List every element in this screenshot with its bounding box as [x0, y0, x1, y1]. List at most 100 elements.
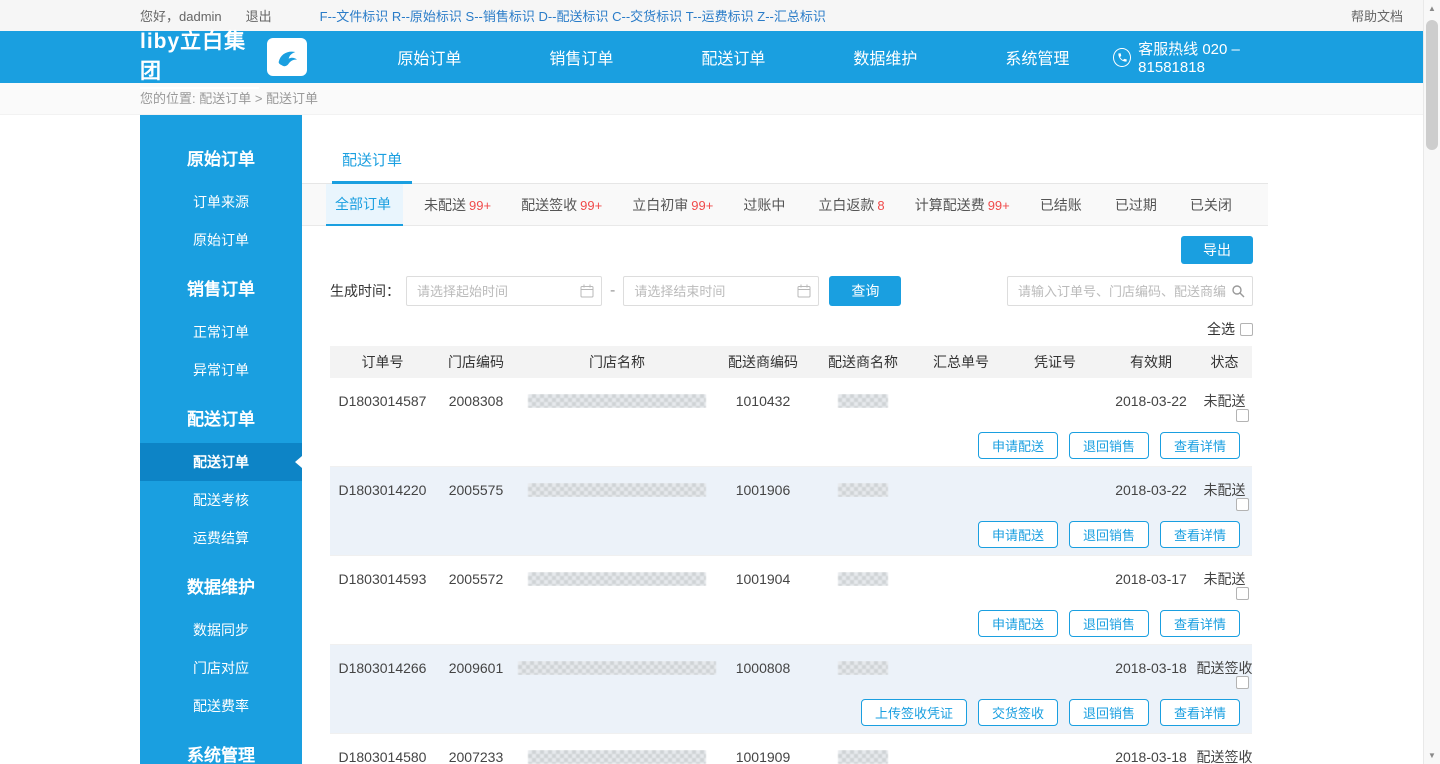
th-supplier-name: 配送商名称 [828, 354, 898, 370]
subtab-calc-delivery-fee[interactable]: 计算配送费 99+ [906, 184, 1019, 226]
valid-date: 2018-03-18 [1115, 749, 1187, 764]
view-details-button[interactable]: 查看详情 [1159, 609, 1240, 637]
order-no: D1803014580 [338, 749, 427, 764]
redacted-store-name [528, 572, 706, 586]
subtab-libai-first-review[interactable]: 立白初审 99+ [623, 184, 722, 226]
query-button[interactable]: 查询 [829, 276, 902, 306]
breadcrumb: 您的位置: 配送订单 > 配送订单 [0, 83, 1440, 115]
table-row: D1803014580 2007233 1001909 2018-03-18 配… [330, 734, 1252, 764]
row-checkbox[interactable] [1236, 676, 1249, 689]
logout-link[interactable]: 退出 [246, 6, 272, 25]
sidebar-item-delivery-assessment[interactable]: 配送考核 [140, 481, 302, 519]
nav-system-management[interactable]: 系统管理 [961, 45, 1113, 69]
subtab-label: 已过期 [1114, 197, 1157, 213]
sidebar-section-data-maintenance[interactable]: 数据维护 [140, 565, 302, 611]
sidebar: 原始订单 订单来源 原始订单 销售订单 正常订单 异常订单 配送订单 配送订单 … [140, 115, 302, 764]
valid-date: 2018-03-22 [1115, 393, 1187, 409]
supplier-code: 1001906 [735, 482, 791, 498]
redacted-store-name [528, 394, 706, 408]
export-button[interactable]: 导出 [1181, 236, 1253, 264]
tab-delivery-orders[interactable]: 配送订单 [332, 141, 413, 184]
status-badge: 配送签收 [1197, 749, 1252, 764]
breadcrumb-text: 您的位置: 配送订单 > 配送订单 [140, 91, 319, 106]
subtab-settled[interactable]: 已结账 [1031, 184, 1094, 226]
status-badge: 未配送 [1203, 571, 1246, 587]
sidebar-item-original-order[interactable]: 原始订单 [140, 221, 302, 259]
sidebar-item-normal-order[interactable]: 正常订单 [140, 313, 302, 351]
apply-delivery-button[interactable]: 申请配送 [977, 431, 1058, 459]
start-date-input[interactable] [406, 276, 602, 306]
subtab-all-orders[interactable]: 全部订单 [326, 184, 403, 226]
view-details-button[interactable]: 查看详情 [1159, 431, 1240, 459]
status-badge: 配送签收 [1197, 660, 1252, 676]
apply-delivery-button[interactable]: 申请配送 [977, 609, 1058, 637]
order-no: D1803014593 [338, 571, 427, 587]
sidebar-item-delivery-rate[interactable]: 配送费率 [140, 687, 302, 725]
subtab-badge: 99+ [580, 197, 603, 213]
scrollbar-thumb[interactable] [1426, 20, 1438, 150]
th-supplier-code: 配送商编码 [728, 354, 798, 370]
prefix-legend: F--文件标识 R--原始标识 S--销售标识 D--配送标识 C--交货标识 … [319, 9, 826, 24]
subtab-label: 过账中 [743, 197, 786, 213]
logo[interactable]: liby立白集团 [140, 25, 308, 89]
subtab-badge: 99+ [691, 197, 714, 213]
sidebar-section-sales-orders[interactable]: 销售订单 [140, 267, 302, 313]
return-sales-button[interactable]: 退回销售 [1068, 698, 1149, 726]
sidebar-item-freight-settlement[interactable]: 运费结算 [140, 519, 302, 557]
sidebar-item-order-source[interactable]: 订单来源 [140, 183, 302, 221]
sidebar-section-delivery-orders[interactable]: 配送订单 [140, 397, 302, 443]
order-no: D1803014587 [338, 393, 427, 409]
subtab-libai-refund[interactable]: 立白返款 8 [809, 184, 893, 226]
nav-data-maintenance[interactable]: 数据维护 [809, 45, 961, 69]
subtab-expired[interactable]: 已过期 [1106, 184, 1169, 226]
row-checkbox[interactable] [1236, 498, 1249, 511]
th-voucher-no: 凭证号 [1034, 354, 1076, 370]
phone-icon [1113, 47, 1132, 67]
view-details-button[interactable]: 查看详情 [1159, 520, 1240, 548]
end-date-input[interactable] [623, 276, 820, 306]
scroll-up-icon[interactable]: ▲ [1424, 0, 1440, 17]
row-checkbox[interactable] [1236, 587, 1249, 600]
help-doc-link[interactable]: 帮助文档 [1351, 6, 1403, 25]
apply-delivery-button[interactable]: 申请配送 [977, 520, 1058, 548]
order-no: D1803014220 [338, 482, 427, 498]
logo-text: liby立白集团 [140, 25, 259, 89]
subtab-label: 立白返款 [818, 197, 875, 213]
nav-original-orders[interactable]: 原始订单 [353, 45, 505, 69]
redacted-supplier-name [838, 394, 888, 408]
return-sales-button[interactable]: 退回销售 [1068, 520, 1149, 548]
sidebar-item-delivery-order[interactable]: 配送订单 [140, 443, 302, 481]
subtab-closed[interactable]: 已关闭 [1181, 184, 1244, 226]
page: 您好，dadmin 退出 F--文件标识 R--原始标识 S--销售标识 D--… [0, 0, 1440, 764]
scroll-down-icon[interactable]: ▼ [1424, 747, 1440, 764]
sidebar-item-store-mapping[interactable]: 门店对应 [140, 649, 302, 687]
nav-delivery-orders[interactable]: 配送订单 [657, 45, 809, 69]
nav-sales-orders[interactable]: 销售订单 [505, 45, 657, 69]
sidebar-section-system-management[interactable]: 系统管理 [140, 733, 302, 764]
order-no: D1803014266 [338, 660, 427, 676]
sidebar-item-data-sync[interactable]: 数据同步 [140, 611, 302, 649]
subtab-delivery-signed[interactable]: 配送签收 99+ [512, 184, 611, 226]
subtab-label: 未配送 [424, 197, 467, 213]
search-input[interactable] [1007, 276, 1253, 306]
row-checkbox[interactable] [1236, 409, 1249, 422]
status-badge: 未配送 [1203, 482, 1246, 498]
subtab-posting[interactable]: 过账中 [734, 184, 797, 226]
subtab-badge: 99+ [469, 197, 492, 213]
th-order-no: 订单号 [361, 354, 404, 370]
upload-receipt-button[interactable]: 上传签收凭证 [860, 698, 967, 726]
active-item-arrow-icon [295, 456, 302, 468]
sidebar-section-original-orders[interactable]: 原始订单 [140, 137, 302, 183]
delivery-sign-button[interactable]: 交货签收 [977, 698, 1058, 726]
redacted-supplier-name [838, 572, 888, 586]
store-code: 2008308 [448, 393, 504, 409]
view-details-button[interactable]: 查看详情 [1159, 698, 1240, 726]
subtab-label: 全部订单 [335, 196, 391, 212]
select-all-checkbox[interactable] [1240, 322, 1253, 336]
return-sales-button[interactable]: 退回销售 [1068, 609, 1149, 637]
return-sales-button[interactable]: 退回销售 [1068, 431, 1149, 459]
status-subtabs: 全部订单 未配送 99+ 配送签收 99+ 立白初审 99+ 过账中 立白返款 8 计算… [302, 184, 1268, 226]
subtab-undelivered[interactable]: 未配送 99+ [415, 184, 500, 226]
scrollbar[interactable]: ▲ ▼ [1423, 0, 1440, 764]
sidebar-item-abnormal-order[interactable]: 异常订单 [140, 351, 302, 389]
